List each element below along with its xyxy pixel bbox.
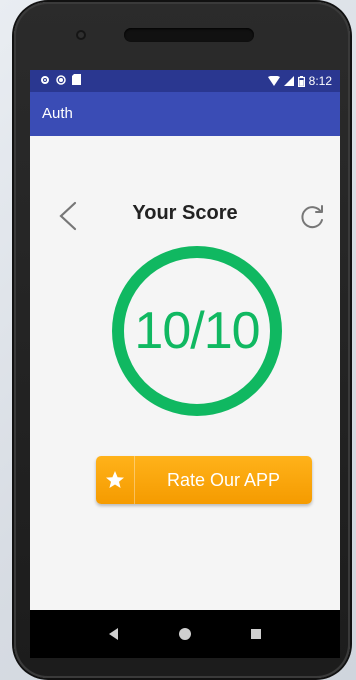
nav-home-icon bbox=[179, 628, 191, 640]
battery-icon bbox=[297, 75, 305, 87]
star-icon bbox=[96, 456, 135, 504]
signal-icon bbox=[283, 76, 294, 86]
status-icons-left bbox=[40, 74, 81, 85]
chevron-left-icon bbox=[59, 201, 77, 231]
app-bar: Auth bbox=[30, 92, 340, 136]
sd-card-icon bbox=[72, 74, 81, 85]
refresh-button[interactable] bbox=[294, 198, 330, 234]
nav-back-button[interactable] bbox=[102, 622, 126, 646]
nav-recents-icon bbox=[251, 629, 261, 639]
back-button[interactable] bbox=[50, 198, 86, 234]
phone-frame: 8:12 Auth Your Score 10/10 Rate Our APP bbox=[14, 2, 350, 678]
wifi-icon bbox=[267, 76, 280, 86]
status-icons-right: 8:12 bbox=[267, 74, 332, 88]
score-title: Your Score bbox=[132, 202, 238, 224]
nav-back-icon bbox=[109, 628, 118, 640]
camera-icon bbox=[76, 30, 86, 40]
nav-recents-button[interactable] bbox=[244, 622, 268, 646]
score-ring: 10/10 bbox=[112, 246, 282, 416]
rate-app-label: Rate Our APP bbox=[166, 469, 281, 490]
status-bar: 8:12 bbox=[30, 70, 340, 92]
navigation-bar bbox=[30, 610, 340, 658]
nav-home-button[interactable] bbox=[173, 622, 197, 646]
refresh-icon bbox=[301, 205, 323, 229]
phone-screen: 8:12 Auth Your Score 10/10 Rate Our APP bbox=[30, 70, 340, 658]
record-icon bbox=[56, 74, 66, 85]
score-value: 10/10 bbox=[134, 302, 260, 360]
settings-icon bbox=[41, 75, 49, 84]
status-time: 8:12 bbox=[308, 74, 332, 88]
rate-app-button[interactable]: Rate Our APP bbox=[96, 456, 312, 504]
speaker-grille bbox=[124, 28, 254, 42]
app-title: Auth bbox=[42, 105, 73, 122]
